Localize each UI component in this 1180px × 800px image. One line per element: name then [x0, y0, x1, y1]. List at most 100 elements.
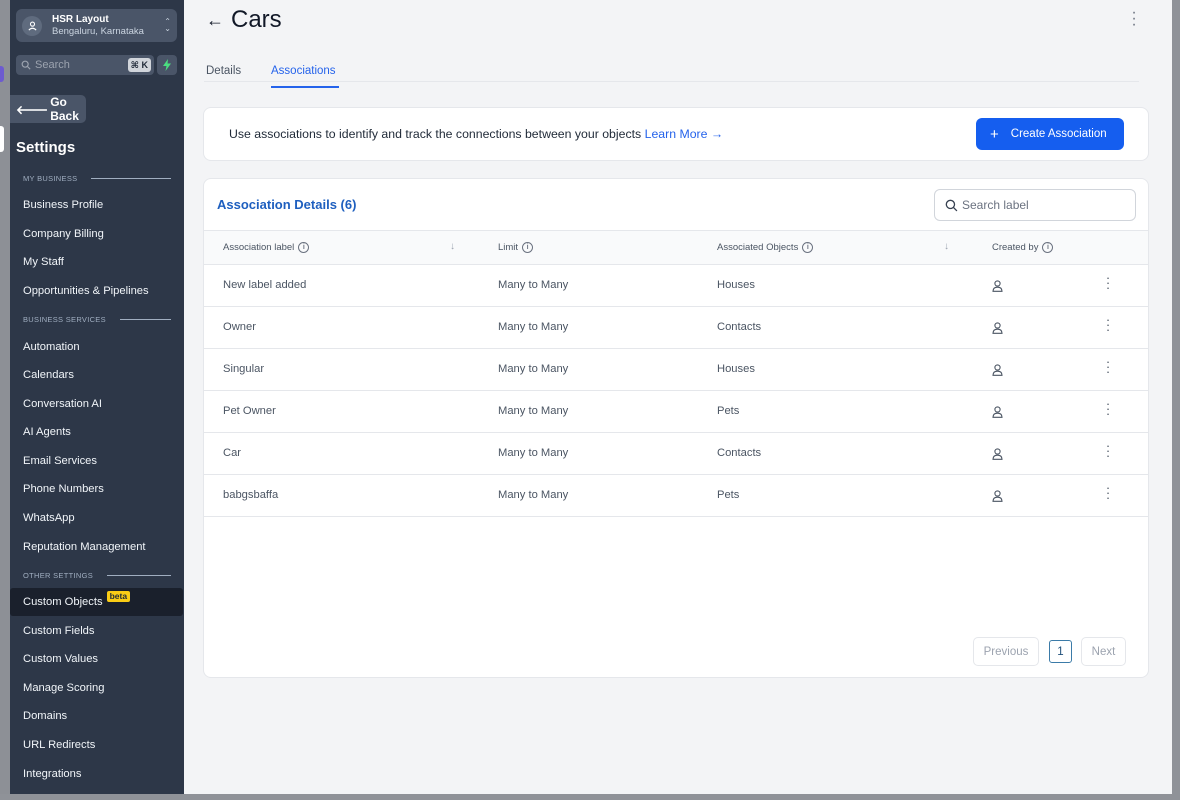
- tab-bar: Details Associations: [204, 60, 1139, 88]
- sidebar-item-custom-fields[interactable]: Custom Fields: [10, 617, 184, 645]
- row-actions-icon[interactable]: · · ·: [1104, 397, 1112, 420]
- table-row[interactable]: Singular Many to Many Houses · · ·: [204, 349, 1148, 391]
- associated-object-cell: Houses: [717, 363, 755, 375]
- table-row[interactable]: New label added Many to Many Houses · · ·: [204, 265, 1148, 307]
- learn-more-link[interactable]: Learn More →: [645, 127, 724, 141]
- page-number-1[interactable]: 1: [1049, 640, 1072, 663]
- limit-cell: Many to Many: [498, 279, 569, 291]
- arrow-left-icon: 🡐: [16, 102, 49, 117]
- row-actions-icon[interactable]: · · ·: [1104, 313, 1112, 336]
- next-page-button[interactable]: Next: [1081, 637, 1126, 666]
- sidebar-item-my-staff[interactable]: My Staff: [10, 248, 184, 276]
- info-icon: i: [802, 242, 814, 253]
- column-label: Limit: [498, 242, 519, 253]
- sidebar-item-automation[interactable]: Automation: [10, 333, 184, 361]
- table-row[interactable]: Owner Many to Many Contacts · · ·: [204, 307, 1148, 349]
- sort-arrow-icon[interactable]: ↓: [450, 241, 455, 252]
- row-actions-icon[interactable]: · · ·: [1104, 355, 1112, 378]
- row-actions-icon[interactable]: · · ·: [1104, 439, 1112, 462]
- limit-cell: Many to Many: [498, 489, 569, 501]
- column-limit[interactable]: Limit i: [498, 242, 534, 253]
- page-title: Cars: [231, 6, 282, 33]
- table-row[interactable]: Car Many to Many Contacts · · ·: [204, 433, 1148, 475]
- row-actions-icon[interactable]: · · ·: [1104, 271, 1112, 294]
- association-label-cell: Singular: [223, 363, 265, 375]
- sidebar-item-label: Custom Objects: [23, 596, 103, 608]
- sidebar-item-custom-objects[interactable]: Custom Objects beta: [10, 588, 183, 616]
- sidebar-item-phone-numbers[interactable]: Phone Numbers: [10, 475, 184, 503]
- column-created-by[interactable]: Created by i: [992, 242, 1054, 253]
- search-label-placeholder: Search label: [962, 198, 1029, 212]
- card-title: Association Details (6): [217, 197, 357, 212]
- column-label: Associated Objects: [717, 242, 799, 253]
- table-header: Association label i ↓ Limit i Associated O…: [204, 230, 1148, 265]
- associated-object-cell: Houses: [717, 279, 755, 291]
- app-indicator-active: [0, 126, 4, 152]
- search-placeholder: Search: [35, 59, 70, 71]
- search-label-input[interactable]: Search label: [934, 189, 1136, 221]
- search-icon: [945, 199, 958, 211]
- sidebar-item-calendars[interactable]: Calendars: [10, 361, 184, 389]
- section-my-business: MY BUSINESS: [23, 174, 171, 183]
- banner-text: Use associations to identify and track t…: [229, 127, 642, 141]
- sidebar-item-domains[interactable]: Domains: [10, 702, 184, 730]
- limit-cell: Many to Many: [498, 405, 569, 417]
- sidebar-item-whatsapp[interactable]: WhatsApp: [10, 504, 184, 532]
- sidebar-item-integrations[interactable]: Integrations: [10, 760, 184, 788]
- location-pin-icon: [22, 15, 42, 36]
- settings-title: Settings: [16, 139, 76, 156]
- sidebar-item-url-redirects[interactable]: URL Redirects: [10, 731, 184, 759]
- sidebar-item-ai-agents[interactable]: AI Agents: [10, 418, 184, 446]
- sidebar-item-business-profile[interactable]: Business Profile: [10, 191, 184, 219]
- associated-object-cell: Pets: [717, 489, 740, 501]
- limit-cell: Many to Many: [498, 363, 569, 375]
- tab-details[interactable]: Details: [206, 65, 241, 77]
- sidebar-search[interactable]: Search ⌘ K: [16, 55, 154, 75]
- limit-cell: Many to Many: [498, 447, 569, 459]
- info-icon: i: [1042, 242, 1054, 253]
- back-arrow-icon[interactable]: ←: [206, 10, 224, 31]
- sidebar-item-manage-scoring[interactable]: Manage Scoring: [10, 674, 184, 702]
- sidebar-item-reputation[interactable]: Reputation Management: [10, 533, 184, 561]
- info-icon: i: [522, 242, 534, 253]
- table-row[interactable]: babgsbaffa Many to Many Pets · · ·: [204, 475, 1148, 517]
- sort-arrow-icon[interactable]: ↓: [944, 241, 949, 252]
- location-address: Bengaluru, Karnataka: [52, 25, 144, 37]
- create-association-button[interactable]: + Create Association: [976, 118, 1124, 150]
- associated-object-cell: Contacts: [717, 447, 762, 459]
- table-row[interactable]: Pet Owner Many to Many Pets · · ·: [204, 391, 1148, 433]
- column-label: Association label: [223, 242, 295, 253]
- sidebar-item-custom-values[interactable]: Custom Values: [10, 645, 184, 673]
- window-edge-bottom: [0, 794, 1180, 800]
- learn-more-label: Learn More: [644, 127, 708, 141]
- user-icon: [992, 363, 1003, 381]
- previous-page-button[interactable]: Previous: [973, 637, 1039, 666]
- more-options-icon[interactable]: · · ·: [1131, 5, 1137, 33]
- association-label-cell: New label added: [223, 279, 307, 291]
- association-label-cell: Car: [223, 447, 242, 459]
- quick-action-button[interactable]: [157, 55, 177, 75]
- sidebar-item-company-billing[interactable]: Company Billing: [10, 220, 184, 248]
- sidebar-item-email-services[interactable]: Email Services: [10, 447, 184, 475]
- go-back-label: Go Back: [50, 95, 79, 123]
- chevron-updown-icon: ⌃ ⌄: [164, 17, 171, 33]
- sidebar-item-conversation-ai[interactable]: Conversation AI: [10, 390, 184, 418]
- section-other-settings: OTHER SETTINGS: [23, 571, 171, 580]
- desktop-strip: [0, 0, 10, 800]
- user-icon: [992, 279, 1003, 297]
- plus-icon: +: [990, 125, 999, 143]
- sidebar: HSR Layout Bengaluru, Karnataka ⌃ ⌄ Searc…: [10, 0, 184, 794]
- location-switcher[interactable]: HSR Layout Bengaluru, Karnataka ⌃ ⌄: [16, 9, 177, 42]
- association-label-cell: Owner: [223, 321, 256, 333]
- arrow-right-icon: →: [707, 127, 724, 141]
- row-actions-icon[interactable]: · · ·: [1104, 481, 1112, 504]
- create-association-label: Create Association: [1010, 128, 1107, 140]
- user-icon: [992, 321, 1003, 339]
- beta-badge: beta: [106, 590, 131, 602]
- go-back-button[interactable]: 🡐 Go Back: [10, 95, 86, 123]
- window-edge: [1172, 0, 1180, 800]
- column-associated-objects[interactable]: Associated Objects i: [717, 242, 814, 253]
- tab-associations[interactable]: Associations: [271, 65, 336, 77]
- sidebar-item-opportunities[interactable]: Opportunities & Pipelines: [10, 277, 184, 305]
- column-association-label[interactable]: Association label i: [223, 242, 310, 253]
